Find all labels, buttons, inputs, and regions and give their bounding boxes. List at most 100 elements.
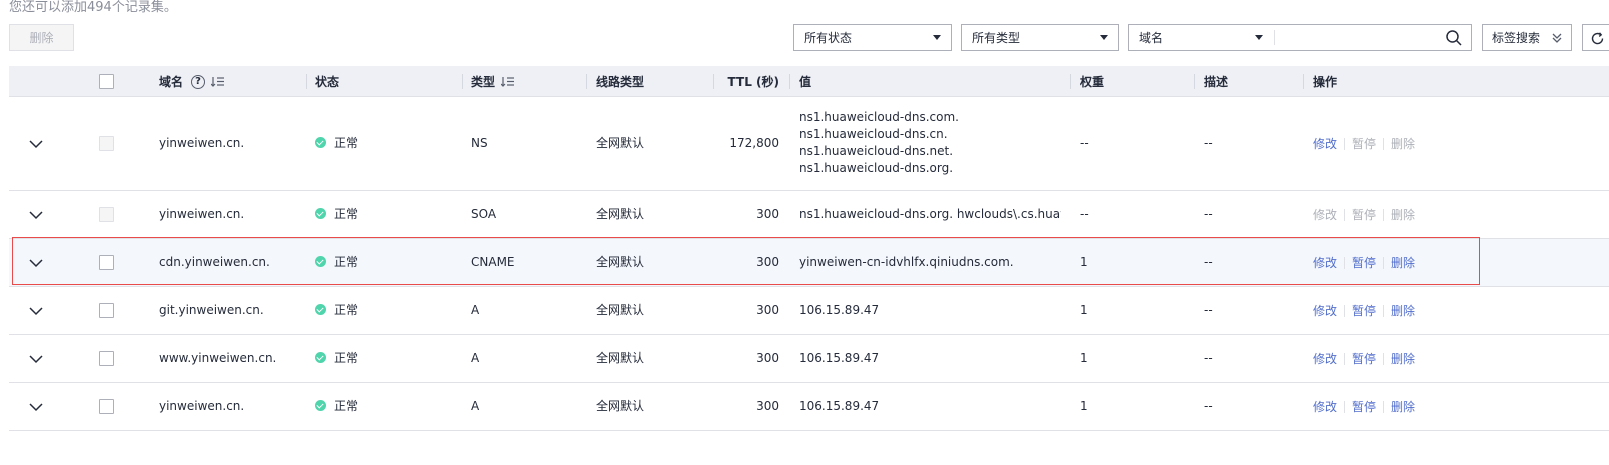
chevron-down-icon[interactable] [29, 210, 43, 220]
edit-link[interactable]: 修改 [1313, 206, 1337, 223]
check-circle-icon [315, 400, 326, 411]
tag-search-button[interactable]: 标签搜索 [1482, 24, 1572, 51]
column-separator [586, 74, 587, 89]
edit-link[interactable]: 修改 [1313, 398, 1337, 415]
row-status-label: 正常 [334, 399, 359, 413]
row-type: NS [471, 136, 488, 150]
sort-icon[interactable] [501, 76, 515, 87]
row-checkbox[interactable] [99, 303, 114, 318]
row-value: 106.15.89.47 [799, 399, 880, 413]
col-status: 状态 [315, 75, 340, 89]
search-input[interactable] [1279, 27, 1439, 48]
col-type-label: 类型 [471, 75, 496, 89]
help-icon[interactable]: ? [191, 74, 206, 89]
col-ttl: TTL (秒) [727, 75, 779, 89]
highlight-box [12, 237, 1480, 285]
column-separator [1303, 74, 1304, 89]
chevron-down-icon[interactable] [29, 354, 43, 364]
column-separator [462, 74, 463, 89]
search-field-select[interactable]: 域名 [1129, 25, 1273, 50]
pause-link[interactable]: 暂停 [1352, 350, 1376, 367]
select-all-checkbox[interactable] [99, 74, 114, 89]
row-status-label: 正常 [334, 207, 359, 221]
row-line: 全网默认 [596, 351, 645, 365]
type-filter-select[interactable]: 所有类型 [961, 24, 1119, 51]
delete-link[interactable]: 删除 [1391, 350, 1415, 367]
row-checkbox[interactable] [99, 399, 114, 414]
action-separator [1383, 208, 1385, 221]
row-weight: -- [1080, 136, 1089, 150]
search-box: 域名 [1128, 24, 1472, 51]
table-row: www.yinweiwen.cn. 正常 A 全网默认 300 106.15.8… [9, 335, 1609, 383]
action-separator [1344, 304, 1346, 317]
status-filter-select[interactable]: 所有状态 [793, 24, 952, 51]
table-row: yinweiwen.cn. 正常 NS 全网默认 172,800 ns1.hua… [9, 97, 1609, 191]
row-actions: 修改 暂停 删除 [1313, 135, 1415, 152]
row-weight: -- [1080, 207, 1089, 221]
column-separator [1070, 74, 1071, 89]
action-separator [1344, 208, 1346, 221]
row-desc: -- [1204, 303, 1213, 317]
row-ttl: 300 [756, 207, 779, 221]
row-actions: 修改 暂停 删除 [1313, 350, 1415, 367]
row-ttl: 300 [756, 351, 779, 365]
row-value-line: ns1.huaweicloud-dns.net. [799, 144, 954, 158]
row-weight: 1 [1080, 399, 1088, 413]
row-desc: -- [1204, 207, 1213, 221]
row-domain: yinweiwen.cn. [159, 207, 245, 221]
row-weight: 1 [1080, 351, 1088, 365]
row-ttl: 172,800 [729, 136, 779, 150]
action-separator [1344, 400, 1346, 413]
table-row: git.yinweiwen.cn. 正常 A 全网默认 300 106.15.8… [9, 287, 1609, 335]
table-header: 域名 ? 状态 类型 线路类型 TTL (秒) 值 权重 描述 操作 [9, 66, 1609, 97]
delete-link[interactable]: 删除 [1391, 135, 1415, 152]
column-separator [306, 74, 307, 89]
column-separator [789, 74, 790, 89]
row-checkbox[interactable] [99, 136, 114, 151]
row-status: 正常 [315, 206, 358, 223]
delete-link[interactable]: 删除 [1391, 398, 1415, 415]
chevron-down-icon[interactable] [29, 139, 43, 149]
edit-link[interactable]: 修改 [1313, 302, 1337, 319]
search-icon[interactable] [1445, 29, 1463, 47]
row-actions: 修改 暂停 删除 [1313, 206, 1415, 223]
row-domain: yinweiwen.cn. [159, 136, 245, 150]
pause-link[interactable]: 暂停 [1352, 398, 1376, 415]
delete-link[interactable]: 删除 [1391, 302, 1415, 319]
table-row: yinweiwen.cn. 正常 SOA 全网默认 300 ns1.huawei… [9, 191, 1609, 239]
row-actions: 修改 暂停 删除 [1313, 302, 1415, 319]
row-domain: www.yinweiwen.cn. [159, 351, 277, 365]
col-domain[interactable]: 域名 ? [159, 66, 225, 97]
edit-link[interactable]: 修改 [1313, 135, 1337, 152]
row-line: 全网默认 [596, 399, 645, 413]
refresh-button[interactable] [1582, 24, 1609, 51]
row-value-line: ns1.huaweicloud-dns.cn. [799, 127, 948, 141]
chevron-down-icon[interactable] [29, 306, 43, 316]
edit-link[interactable]: 修改 [1313, 350, 1337, 367]
chevron-down-icon[interactable] [29, 402, 43, 412]
status-filter-value: 所有状态 [804, 31, 853, 45]
pause-link[interactable]: 暂停 [1352, 206, 1376, 223]
action-separator [1344, 137, 1346, 150]
pause-link[interactable]: 暂停 [1352, 135, 1376, 152]
row-desc: -- [1204, 351, 1213, 365]
row-status: 正常 [315, 350, 358, 367]
col-type[interactable]: 类型 [471, 66, 515, 97]
delete-link[interactable]: 删除 [1391, 206, 1415, 223]
pause-link[interactable]: 暂停 [1352, 302, 1376, 319]
row-domain: yinweiwen.cn. [159, 399, 245, 413]
row-ttl: 300 [756, 303, 779, 317]
row-value: 106.15.89.47 [799, 303, 880, 317]
caret-down-icon [1100, 35, 1108, 40]
col-weight: 权重 [1080, 75, 1105, 89]
row-checkbox[interactable] [99, 351, 114, 366]
row-checkbox[interactable] [99, 207, 114, 222]
batch-delete-button[interactable]: 删除 [9, 24, 74, 51]
row-status: 正常 [315, 302, 358, 319]
row-desc: -- [1204, 136, 1213, 150]
check-circle-icon [315, 137, 326, 148]
search-divider [1274, 30, 1275, 45]
sort-icon[interactable] [211, 76, 225, 87]
row-type: A [471, 399, 480, 413]
col-line: 线路类型 [596, 75, 645, 89]
